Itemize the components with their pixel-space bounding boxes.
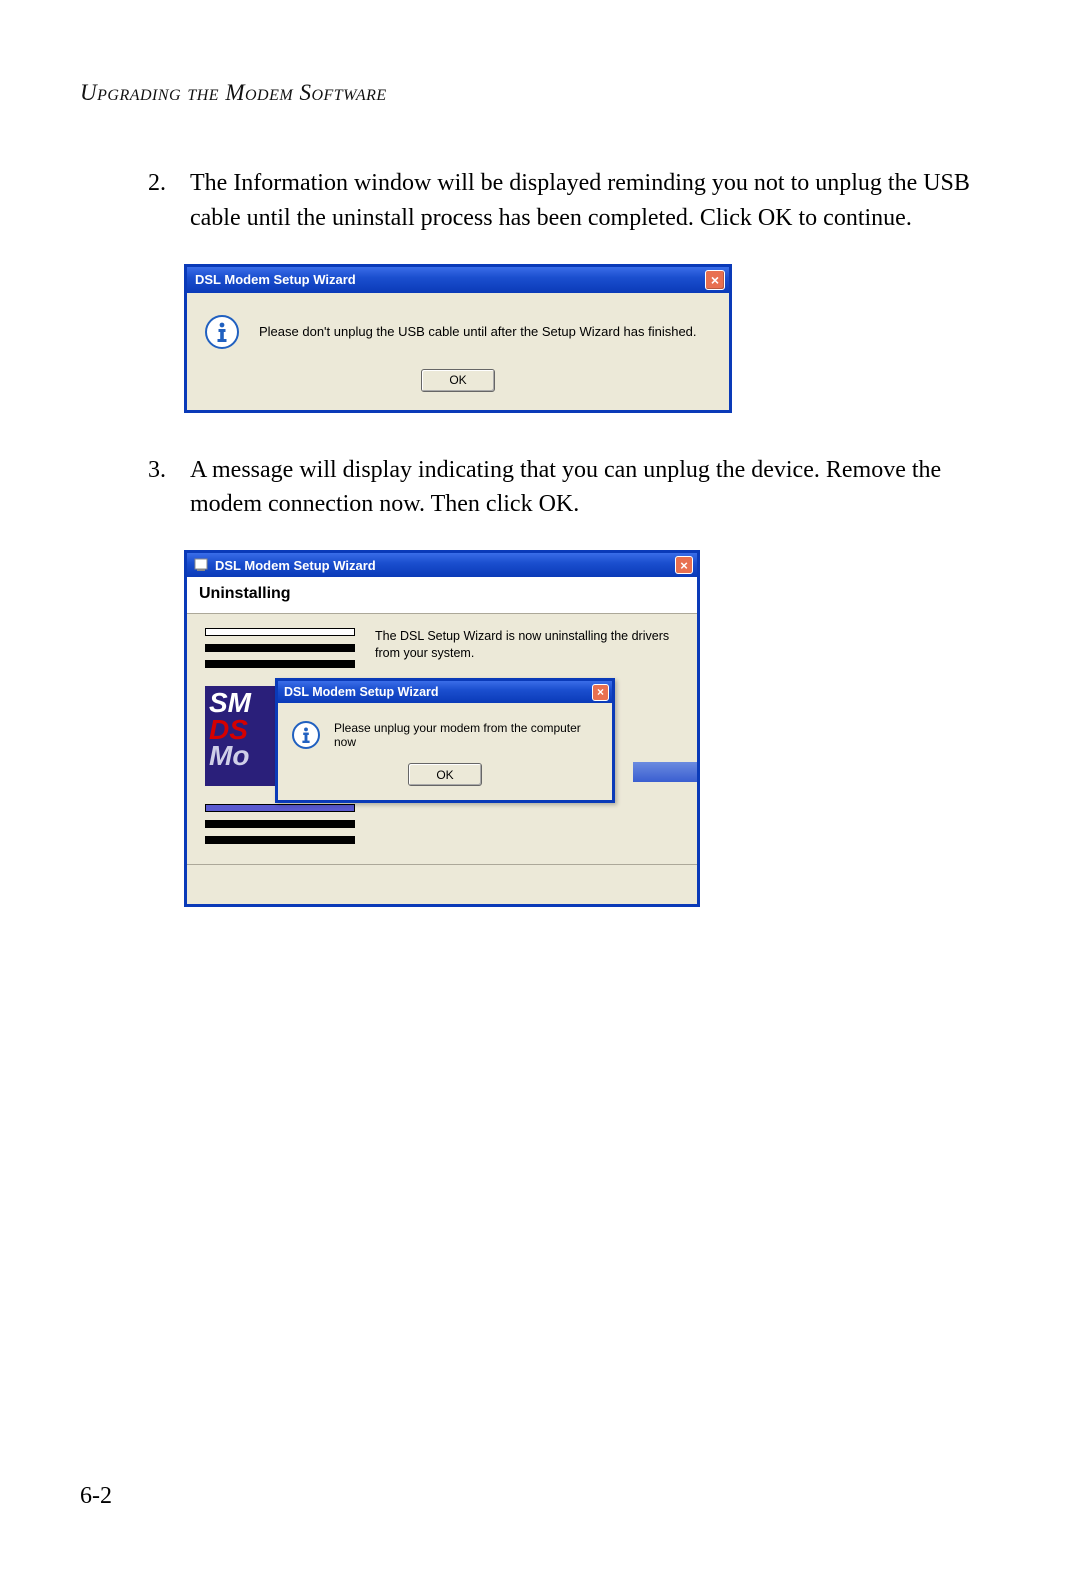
step-item: 3. A message will display indicating tha… xyxy=(140,453,1000,523)
step-number: 3. xyxy=(140,453,166,523)
wizard-title-wrap: DSL Modem Setup Wizard xyxy=(193,557,376,573)
ok-button[interactable]: OK xyxy=(421,369,495,392)
dialog-title: DSL Modem Setup Wizard xyxy=(195,272,356,287)
inner-dialog-titlebar[interactable]: DSL Modem Setup Wizard × xyxy=(278,681,612,703)
figure-wizard: DSL Modem Setup Wizard × Uninstalling SM… xyxy=(184,550,1000,907)
bar xyxy=(205,644,355,652)
brand-line: Mo xyxy=(209,743,275,770)
wizard-title: DSL Modem Setup Wizard xyxy=(215,558,376,573)
brand-line: SM xyxy=(209,690,275,717)
bar xyxy=(205,820,355,828)
close-icon[interactable]: × xyxy=(592,684,609,701)
bar xyxy=(205,660,355,668)
dialog-body: Please don't unplug the USB cable until … xyxy=(187,293,729,361)
app-icon xyxy=(193,557,209,573)
info-icon xyxy=(205,315,239,349)
ok-button[interactable]: OK xyxy=(408,763,482,786)
wizard-footer xyxy=(187,864,697,904)
inner-dialog: DSL Modem Setup Wizard × Please unplug y… xyxy=(275,678,615,803)
step-text: A message will display indicating that y… xyxy=(190,453,1000,523)
brand-logo: SM DS Mo xyxy=(205,686,275,786)
inner-dialog-message: Please unplug your modem from the comput… xyxy=(334,721,602,749)
brand-line: DS xyxy=(209,717,275,744)
step-list: 2. The Information window will be displa… xyxy=(80,166,1000,236)
info-icon xyxy=(292,721,320,749)
wizard-heading: Uninstalling xyxy=(199,585,685,603)
inner-dialog-body: Please unplug your modem from the comput… xyxy=(278,703,612,757)
page-title: Upgrading the Modem Software xyxy=(80,80,1000,106)
dialog-actions: OK xyxy=(187,361,729,410)
bar xyxy=(205,628,355,636)
decorative-bars xyxy=(205,628,355,668)
wizard-titlebar[interactable]: DSL Modem Setup Wizard × xyxy=(187,553,697,577)
inner-dialog-title: DSL Modem Setup Wizard xyxy=(284,685,439,699)
decorative-bars xyxy=(205,804,355,844)
wizard-window: DSL Modem Setup Wizard × Uninstalling SM… xyxy=(184,550,700,907)
bar xyxy=(205,804,355,812)
dialog-message: Please don't unplug the USB cable until … xyxy=(259,324,697,339)
inner-dialog-actions: OK xyxy=(278,757,612,800)
wizard-message: The DSL Setup Wizard is now uninstalling… xyxy=(375,628,679,662)
wizard-body: SM DS Mo The DSL Setup Wizard is now uni… xyxy=(187,614,697,864)
figure-dialog-1: DSL Modem Setup Wizard × Please don't un… xyxy=(184,264,1000,413)
wizard-header: Uninstalling xyxy=(187,577,697,614)
step-list-2: 3. A message will display indicating tha… xyxy=(80,453,1000,523)
step-number: 2. xyxy=(140,166,166,236)
page-number: 6-2 xyxy=(80,1483,112,1510)
progress-bar xyxy=(633,762,697,782)
step-item: 2. The Information window will be displa… xyxy=(140,166,1000,236)
dialog-info: DSL Modem Setup Wizard × Please don't un… xyxy=(184,264,732,413)
close-icon[interactable]: × xyxy=(705,270,725,290)
dialog-titlebar[interactable]: DSL Modem Setup Wizard × xyxy=(187,267,729,293)
bar xyxy=(205,836,355,844)
close-icon[interactable]: × xyxy=(675,556,693,574)
step-text: The Information window will be displayed… xyxy=(190,166,1000,236)
